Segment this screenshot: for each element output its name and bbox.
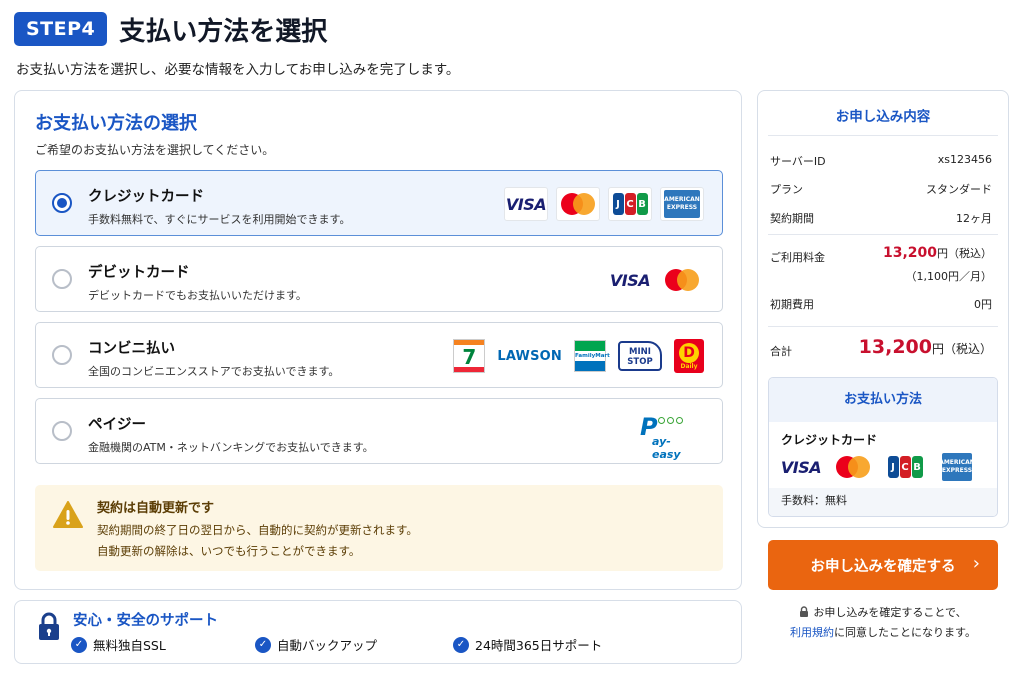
- check-icon: ✓: [71, 636, 87, 653]
- lock-icon: [800, 606, 809, 617]
- store-logos: 7 LAWSON FamilyMart MINI STOP D Daily: [453, 323, 704, 389]
- amex-logo: AMERICAN EXPRESS: [935, 452, 979, 482]
- check-icon: ✓: [255, 636, 271, 653]
- fee-monthly: （1,100円／月）: [905, 270, 993, 283]
- terms-note: 利用規約に同意したことになります。: [790, 626, 976, 639]
- plan-value: スタンダード: [926, 183, 992, 196]
- daily-yamazaki-logo: D Daily: [674, 339, 704, 373]
- jcb-logo: JCB: [883, 452, 927, 482]
- total-value: 13,200円（税込）: [858, 336, 992, 358]
- support-panel: 安心・安全のサポート ✓ 無料独自SSL ✓ 自動バックアップ ✓ 24時間365日サ…: [14, 600, 742, 664]
- notice-line: 契約期間の終了日の翌日から、自動的に契約が更新されます。: [97, 523, 418, 537]
- payment-option-payeasy[interactable]: ペイジー 金融機関のATM・ネットバンキングでお支払いできます。 P ay-ea…: [35, 398, 723, 464]
- radio-debit-card[interactable]: [52, 269, 72, 289]
- step-badge: STEP4: [14, 12, 108, 46]
- selected-card-logos: VISA JCB AMERICAN EXPRESS: [779, 452, 979, 482]
- notice-title: 契約は自動更新です: [97, 501, 215, 516]
- visa-logo: VISA: [504, 187, 548, 221]
- visa-logo: VISA: [780, 457, 822, 477]
- plan-label: プラン: [770, 183, 803, 196]
- fee-value: 13,200円（税込）: [882, 245, 992, 261]
- option-name: デビットカード: [88, 265, 190, 281]
- lock-icon: [39, 612, 59, 640]
- server-id-value: xs123456: [937, 153, 992, 166]
- payeasy-logos: P ay-easy: [638, 399, 694, 465]
- payment-option-credit-card[interactable]: クレジットカード 手数料無料で、すぐにサービスを利用開始できます。 VISA J…: [35, 170, 723, 236]
- support-item: ✓ 24時間365日サポート: [453, 635, 602, 654]
- support-item: ✓ 無料独自SSL: [71, 635, 166, 654]
- payment-option-debit-card[interactable]: デビットカード デビットカードでもお支払いいただけます。 VISA: [35, 246, 723, 312]
- server-id-label: サーバーID: [770, 155, 826, 168]
- familymart-logo: FamilyMart: [574, 340, 610, 372]
- fee-label: ご利用料金: [770, 251, 825, 264]
- radio-konbini[interactable]: [52, 345, 72, 365]
- terms-link[interactable]: 利用規約: [790, 626, 834, 639]
- order-summary: お申し込み内容 サーバーID xs123456 プラン スタンダード 契約期間 …: [757, 90, 1009, 528]
- initial-fee-value: 0円: [974, 298, 992, 311]
- radio-payeasy[interactable]: [52, 421, 72, 441]
- support-title: 安心・安全のサポート: [73, 613, 218, 629]
- chevron-right-icon: ›: [972, 553, 980, 574]
- option-name: クレジットカード: [88, 189, 204, 205]
- initial-fee-label: 初期費用: [770, 298, 814, 311]
- total-label: 合計: [770, 345, 792, 358]
- option-description: 手数料無料で、すぐにサービスを利用開始できます。: [88, 213, 351, 226]
- amex-logo: AMERICAN EXPRESS: [660, 187, 704, 221]
- period-label: 契約期間: [770, 212, 814, 225]
- page-header: STEP4 支払い方法を選択: [14, 10, 327, 48]
- option-description: 金融機関のATM・ネットバンキングでお支払いできます。: [88, 441, 374, 454]
- section-title: お支払い方法の選択: [35, 113, 197, 134]
- page-subtitle: お支払い方法を選択し、必要な情報を入力してお申し込みを完了します。: [16, 62, 460, 78]
- selected-payment-name: クレジットカード: [781, 433, 878, 447]
- section-subtitle: ご希望のお支払い方法を選択してください。: [35, 143, 275, 157]
- visa-logo: VISA: [608, 263, 652, 297]
- radio-credit-card[interactable]: [52, 193, 72, 213]
- option-description: 全国のコンビニエンスストアでお支払いできます。: [88, 365, 340, 378]
- jcb-logo: JCB: [608, 187, 652, 221]
- seven-eleven-logo: 7: [453, 339, 486, 373]
- pay-easy-logo: P ay-easy: [638, 411, 694, 461]
- notice-line: 自動更新の解除は、いつでも行うことができます。: [97, 544, 361, 558]
- lawson-logo: LAWSON: [497, 348, 562, 364]
- payment-option-konbini[interactable]: コンビニ払い 全国のコンビニエンスストアでお支払いできます。 7 LAWSON …: [35, 322, 723, 388]
- period-value: 12ヶ月: [956, 212, 992, 225]
- option-name: コンビニ払い: [88, 341, 175, 357]
- confirm-order-button[interactable]: お申し込みを確定する ›: [768, 540, 998, 590]
- card-logos: VISA JCB AMERICAN EXPRESS: [504, 171, 704, 237]
- auto-renewal-notice: 契約は自動更新です 契約期間の終了日の翌日から、自動的に契約が更新されます。 自…: [35, 485, 723, 571]
- selected-payment-fee: 手数料：無料: [769, 488, 997, 516]
- page-title: 支払い方法を選択: [119, 16, 328, 47]
- option-name: ペイジー: [88, 417, 146, 433]
- payment-method-panel: お支払い方法の選択 ご希望のお支払い方法を選択してください。 クレジットカード …: [14, 90, 742, 590]
- ministop-logo: MINI STOP: [618, 341, 662, 371]
- selected-payment-box: お支払い方法 クレジットカード VISA JCB AMERICAN EXPRESS…: [768, 377, 998, 517]
- selected-payment-title: お支払い方法: [769, 378, 997, 422]
- confirm-note: お申し込みを確定することで、: [757, 604, 1009, 620]
- mastercard-logo: [831, 452, 875, 482]
- card-logos: VISA: [608, 247, 704, 313]
- option-description: デビットカードでもお支払いいただけます。: [88, 289, 307, 302]
- warning-icon: [53, 501, 83, 528]
- support-item: ✓ 自動バックアップ: [255, 635, 377, 654]
- mastercard-logo: [556, 187, 600, 221]
- mastercard-logo: [660, 263, 704, 297]
- check-icon: ✓: [453, 636, 469, 653]
- summary-title: お申し込み内容: [835, 109, 931, 125]
